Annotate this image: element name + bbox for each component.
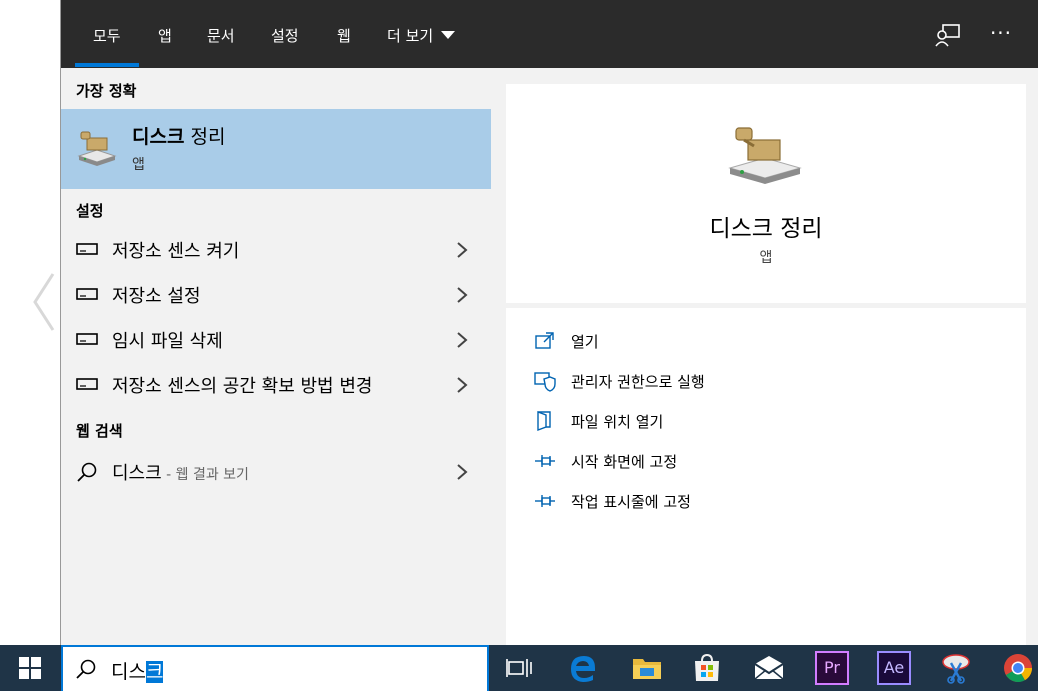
search-selected-text: 크 [145, 661, 164, 683]
action-open[interactable]: 열기 [534, 326, 1004, 356]
settings-header: 설정 [76, 202, 104, 220]
shield-icon [534, 372, 556, 392]
action-pin-to-start[interactable]: 시작 화면에 고정 [534, 446, 1004, 476]
app-preview-card: 디스크 정리 앱 [506, 84, 1026, 303]
windows-start-icon[interactable] [0, 645, 60, 691]
drive-icon [76, 378, 98, 390]
best-match-title: 디스크 정리 [132, 122, 225, 149]
drive-icon [76, 333, 98, 345]
task-view-icon[interactable] [502, 651, 536, 685]
tab-all[interactable]: 모두 [93, 24, 121, 48]
settings-result[interactable]: 저장소 설정 [61, 273, 491, 317]
taskbar-search-box[interactable]: 디스크 [61, 645, 489, 691]
tab-documents[interactable]: 문서 [207, 24, 235, 48]
best-match-result[interactable]: 디스크 정리 앱 [61, 109, 491, 189]
search-icon [76, 659, 96, 679]
action-open-file-location-label: 파일 위치 열기 [571, 413, 664, 431]
action-pin-to-taskbar[interactable]: 작업 표시줄에 고정 [534, 486, 1004, 516]
search-panel: 모두 앱 문서 설정 웹 더 보기 ··· 가장 정확 디스크 정리 앱 설정 … [60, 0, 1038, 645]
web-search-header: 웹 검색 [76, 422, 123, 440]
settings-result[interactable]: 저장소 센스 켜기 [61, 228, 491, 272]
premiere-icon[interactable]: Pr [815, 651, 849, 685]
best-match-title-rest: 정리 [184, 126, 226, 148]
mail-icon[interactable] [752, 651, 786, 685]
after-effects-icon[interactable]: Ae [877, 651, 911, 685]
app-actions-list: 열기 관리자 권한으로 실행 파일 위치 열기 시작 화면에 고정 작업 표시줄… [506, 308, 1026, 645]
drive-icon [76, 243, 98, 255]
preview-title: 디스크 정리 [709, 216, 823, 242]
best-match-subtitle: 앱 [132, 157, 145, 173]
tab-more[interactable]: 더 보기 [387, 24, 456, 48]
chevron-right-icon[interactable] [455, 240, 469, 260]
chevron-right-icon[interactable] [455, 285, 469, 305]
chrome-icon[interactable] [1001, 651, 1035, 685]
action-open-label: 열기 [571, 333, 599, 351]
action-run-as-admin[interactable]: 관리자 권한으로 실행 [534, 366, 1004, 396]
settings-result-label: 저장소 센스의 공간 확보 방법 변경 [112, 376, 373, 397]
taskbar: 디스크 Pr Ae [0, 645, 1038, 691]
snipping-tool-icon[interactable] [939, 651, 973, 685]
file-explorer-icon[interactable] [630, 651, 664, 685]
settings-result-label: 임시 파일 삭제 [112, 331, 223, 352]
file-location-icon [537, 410, 551, 432]
action-run-as-admin-label: 관리자 권한으로 실행 [571, 373, 705, 391]
action-open-file-location[interactable]: 파일 위치 열기 [534, 406, 1004, 436]
action-pin-to-taskbar-label: 작업 표시줄에 고정 [571, 493, 691, 511]
best-match-title-match: 디스크 [132, 126, 185, 148]
chevron-right-icon[interactable] [455, 375, 469, 395]
caret-down-icon [441, 31, 456, 39]
store-icon[interactable] [690, 651, 724, 685]
more-options-button[interactable]: ··· [985, 20, 1017, 50]
web-search-term: 디스크 [112, 463, 162, 484]
tab-more-label: 더 보기 [387, 27, 434, 45]
results-list: 가장 정확 디스크 정리 앱 설정 저장소 센스 켜기 저장소 설정 임시 파일… [61, 68, 491, 645]
feedback-icon[interactable] [933, 20, 963, 50]
tab-web[interactable]: 웹 [337, 24, 351, 48]
chevron-right-icon[interactable] [455, 330, 469, 350]
settings-result-label: 저장소 센스 켜기 [112, 241, 240, 262]
search-icon [77, 462, 97, 482]
open-external-icon [535, 332, 554, 349]
disk-cleanup-icon [77, 131, 117, 166]
best-match-header: 가장 정확 [76, 82, 137, 100]
web-search-suffix: - 웹 결과 보기 [161, 467, 249, 483]
search-typed-text: 디스 [111, 661, 146, 683]
settings-result-label: 저장소 설정 [112, 286, 201, 307]
filter-tab-bar: 모두 앱 문서 설정 웹 더 보기 ··· [61, 0, 1038, 68]
pin-icon [535, 455, 555, 467]
disk-cleanup-icon [728, 127, 802, 184]
pin-icon [535, 495, 555, 507]
action-pin-to-start-label: 시작 화면에 고정 [571, 453, 678, 471]
settings-result[interactable]: 저장소 센스의 공간 확보 방법 변경 [61, 363, 491, 407]
settings-result[interactable]: 임시 파일 삭제 [61, 318, 491, 362]
active-tab-indicator [75, 63, 139, 67]
drive-icon [76, 288, 98, 300]
chevron-right-icon[interactable] [455, 462, 469, 482]
edge-icon[interactable] [566, 651, 600, 685]
tab-settings[interactable]: 설정 [271, 24, 299, 48]
preview-subtitle: 앱 [759, 250, 773, 266]
tab-apps[interactable]: 앱 [158, 24, 172, 48]
search-input[interactable]: 디스크 [111, 657, 164, 684]
web-search-result[interactable]: 디스크 - 웹 결과 보기 [61, 450, 491, 494]
desktop-background [0, 0, 60, 645]
web-search-label: 디스크 - 웹 결과 보기 [112, 459, 249, 485]
